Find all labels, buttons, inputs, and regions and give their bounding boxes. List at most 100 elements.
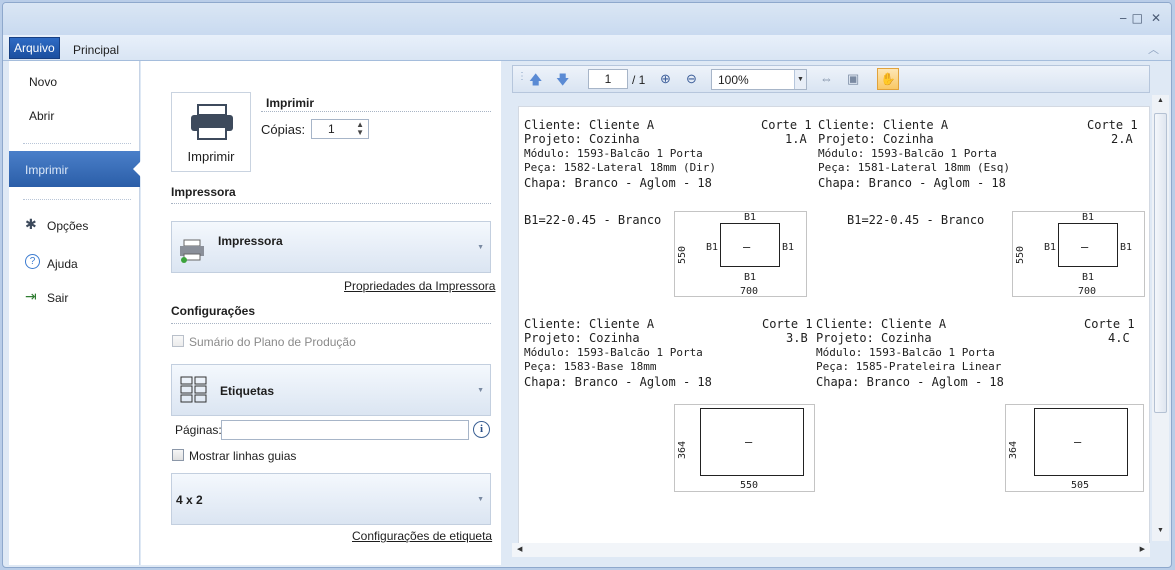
- scroll-thumb[interactable]: [1154, 113, 1167, 413]
- printer-properties-link[interactable]: Propriedades da Impressora: [344, 279, 495, 293]
- divider: [261, 111, 491, 112]
- gear-icon: ✱: [25, 216, 37, 232]
- scroll-right-icon[interactable]: ▶: [1140, 545, 1145, 553]
- vertical-scrollbar[interactable]: ▲ ▼: [1152, 95, 1169, 541]
- label-module: Módulo: 1593-Balcão 1 Porta: [524, 147, 703, 160]
- label-piece: Peça: 1583-Base 18mm: [524, 360, 657, 373]
- chevron-down-icon: ▼: [794, 70, 806, 89]
- copies-label: Cópias:: [261, 122, 306, 137]
- ribbon-tabs: Arquivo Principal ︿: [3, 35, 1171, 61]
- labels-grid-icon: [180, 376, 207, 403]
- scroll-left-icon[interactable]: ◀: [517, 545, 522, 553]
- chevron-down-icon: ▼: [477, 387, 484, 394]
- minimize-icon[interactable]: ‒: [1119, 11, 1127, 25]
- edge-right: B1: [1120, 242, 1133, 253]
- close-icon[interactable]: ✕: [1151, 11, 1161, 25]
- center-mark: —: [745, 435, 753, 449]
- scroll-up-icon[interactable]: ▲: [1157, 97, 1164, 104]
- nav-sair[interactable]: Sair: [47, 291, 68, 305]
- label-sheet: Chapa: Branco - Aglom - 18: [524, 375, 712, 389]
- nav-opcoes[interactable]: Opções: [47, 219, 88, 233]
- print-preview-page: Cliente: Cliente A Corte 1 Projeto: Cozi…: [518, 106, 1150, 544]
- application-window: ‒ □ ✕ Arquivo Principal ︿ Novo Abrir Imp…: [2, 2, 1172, 568]
- printer-header: Impressora: [171, 185, 236, 199]
- summary-checkbox[interactable]: [172, 335, 184, 347]
- zoom-in-icon[interactable]: ⊕: [660, 71, 671, 87]
- zoom-out-icon[interactable]: ⊖: [686, 71, 697, 87]
- printer-icon: [191, 104, 233, 140]
- printer-combo-label: Impressora: [218, 234, 283, 248]
- print-button[interactable]: Imprimir: [171, 92, 251, 172]
- nav-ajuda[interactable]: Ajuda: [47, 257, 78, 271]
- zoom-value: 100%: [718, 73, 749, 87]
- nav-imprimir[interactable]: Imprimir: [9, 151, 141, 187]
- label-cut-id: 1.A: [785, 132, 807, 146]
- guides-checkbox-label: Mostrar linhas guias: [189, 449, 297, 463]
- chevron-down-icon: ▼: [477, 244, 484, 251]
- arrow-down-icon[interactable]: 🡇: [556, 71, 569, 93]
- nav-separator: [23, 199, 131, 200]
- label-cut-id: 3.B: [786, 331, 808, 345]
- nav-novo[interactable]: Novo: [29, 75, 57, 89]
- info-icon[interactable]: i: [473, 421, 490, 438]
- hand-tool-icon[interactable]: ✋: [877, 68, 899, 90]
- edge-left: B1: [706, 242, 719, 253]
- ribbon-collapse-icon[interactable]: ︿: [1148, 41, 1159, 57]
- config-header: Configurações: [171, 304, 256, 318]
- label-module: Módulo: 1593-Balcão 1 Porta: [524, 346, 703, 359]
- center-mark: —: [1074, 435, 1082, 449]
- page-number-input[interactable]: 1: [588, 69, 628, 89]
- fit-page-icon[interactable]: ▣: [847, 71, 859, 87]
- scroll-down-icon[interactable]: ▼: [1157, 527, 1164, 534]
- label-cut-id: 2.A: [1111, 132, 1133, 146]
- label-module: Módulo: 1593-Balcão 1 Porta: [818, 147, 997, 160]
- divider: [171, 323, 491, 324]
- spinner-arrows-icon[interactable]: ▲ ▼: [356, 121, 364, 137]
- nav-imprimir-label: Imprimir: [25, 163, 69, 177]
- tab-principal[interactable]: Principal: [73, 43, 119, 57]
- copies-value: 1: [328, 122, 335, 136]
- arrow-up-icon[interactable]: 🡅: [529, 71, 542, 93]
- label-project: Projeto: Cozinha: [524, 132, 640, 146]
- summary-checkbox-label: Sumário do Plano de Produção: [189, 335, 356, 349]
- copies-spinner[interactable]: 1 ▲ ▼: [311, 119, 369, 139]
- label-config-link[interactable]: Configurações de etiqueta: [352, 529, 492, 543]
- nav-abrir[interactable]: Abrir: [29, 109, 54, 123]
- maximize-icon[interactable]: □: [1132, 11, 1143, 25]
- tab-arquivo[interactable]: Arquivo: [9, 37, 60, 59]
- edge-top: B1: [744, 212, 757, 223]
- dim-height: 364: [677, 440, 688, 459]
- edge-bottom: B1: [1082, 272, 1095, 283]
- layout-combo[interactable]: Etiquetas ▼: [171, 364, 491, 416]
- chevron-down-icon: ▼: [477, 496, 484, 503]
- guides-checkbox[interactable]: [172, 449, 184, 461]
- pages-input[interactable]: [221, 420, 469, 440]
- divider: [171, 203, 491, 204]
- label-piece: Peça: 1581-Lateral 18mm (Esq): [818, 161, 1011, 174]
- layout-combo-label: Etiquetas: [220, 384, 275, 398]
- label-client: Cliente: Cliente A: [524, 118, 655, 132]
- printer-combo[interactable]: Impressora ▼: [171, 221, 491, 273]
- grid-combo[interactable]: 4 x 2 ▼: [171, 473, 491, 525]
- edge-right: B1: [782, 242, 795, 253]
- label-piece: Peça: 1582-Lateral 18mm (Dir): [524, 161, 717, 174]
- zoom-select[interactable]: 100% ▼: [711, 69, 807, 90]
- label-cut-id: 4.C: [1108, 331, 1130, 345]
- pages-label: Páginas:: [175, 423, 222, 437]
- label-sheet: Chapa: Branco - Aglom - 18: [818, 176, 1006, 190]
- horizontal-scrollbar[interactable]: ◀ ▶: [512, 543, 1150, 557]
- label-project: Projeto: Cozinha: [816, 331, 932, 345]
- part-drawing: B1 B1 B1 B1 — 700 550: [1012, 211, 1145, 297]
- preview-toolbar: ⋮ 🡅 🡇 1 / 1 ⊕ ⊖ 100% ▼ ⇔ ▣ ✋: [512, 65, 1150, 93]
- part-drawing: — 550 364: [674, 404, 815, 492]
- backstage-nav: Novo Abrir Imprimir ✱ Opções ? Ajuda ⇥ S…: [9, 61, 141, 565]
- edge-top: B1: [1082, 212, 1095, 223]
- dim-width: 505: [1071, 480, 1090, 491]
- title-bar: ‒ □ ✕: [3, 3, 1171, 35]
- edge-bottom: B1: [744, 272, 757, 283]
- toolbar-grip-icon: ⋮: [517, 71, 527, 82]
- dim-height: 550: [1015, 245, 1026, 264]
- fit-width-icon[interactable]: ⇔: [820, 71, 833, 86]
- dim-height: 364: [1008, 440, 1019, 459]
- edge-left: B1: [1044, 242, 1057, 253]
